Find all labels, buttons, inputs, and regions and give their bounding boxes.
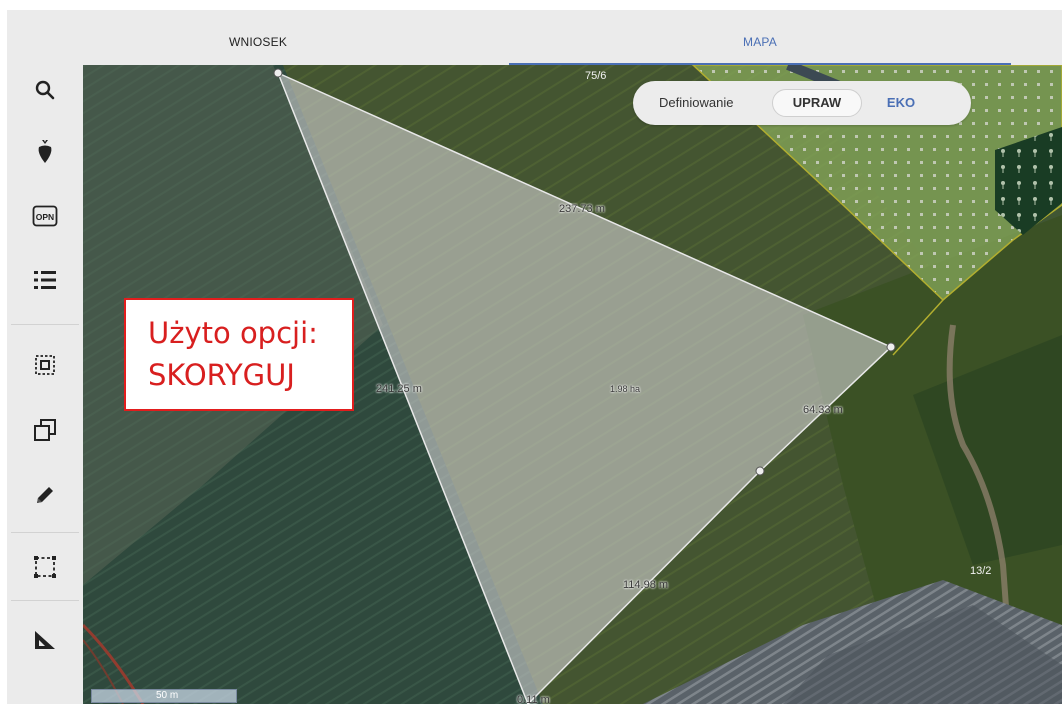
upraw-option-button[interactable]: UPRAW (772, 89, 862, 117)
edge-length-label: 237.73 m (559, 203, 605, 215)
edit-button[interactable] (7, 472, 83, 518)
select-area-icon (35, 355, 55, 375)
measure-icon (35, 631, 55, 649)
pencil-icon (37, 487, 53, 503)
callout-line-1: Użyto opcji: (148, 316, 318, 350)
scale-label: 50 m (156, 690, 179, 701)
copy-button[interactable] (7, 407, 83, 453)
svg-text:OPN: OPN (36, 212, 54, 222)
app-window: WNIOSEK MAPA OPN 237.73 m 241.25 m 64.33… (7, 10, 1062, 704)
definition-mode-toggle: Definiowanie UPRAW EKO (633, 81, 971, 125)
polygon-vertex-handle[interactable] (886, 342, 896, 352)
top-tab-bar: WNIOSEK MAPA (7, 10, 1062, 65)
select-area-button[interactable] (7, 342, 83, 388)
opn-button[interactable]: OPN (7, 193, 83, 239)
search-icon (35, 80, 55, 100)
parcel-number-label: 13/2 (970, 565, 992, 577)
sidebar-divider (11, 324, 79, 325)
bounding-box-button[interactable] (7, 544, 83, 590)
crops-button[interactable] (7, 129, 83, 175)
copy-layers-icon (34, 419, 56, 441)
edge-length-label: 64.33 m (803, 404, 843, 416)
crop-vegetable-icon (38, 140, 52, 163)
callout-line-2: SKORYGUJ (148, 358, 295, 392)
list-icon (34, 271, 56, 289)
tool-sidebar: OPN (7, 65, 83, 704)
edge-length-label: 0.11 m (517, 694, 550, 704)
tab-wniosek[interactable]: WNIOSEK (7, 10, 509, 65)
edge-length-label: 241.25 m (376, 383, 422, 395)
opn-icon: OPN (32, 205, 58, 227)
instruction-callout: Użyto opcji: SKORYGUJ (124, 298, 354, 411)
sidebar-divider (11, 600, 79, 601)
eko-option-button[interactable]: EKO (876, 89, 926, 117)
search-button[interactable] (7, 67, 83, 113)
tab-mapa[interactable]: MAPA (509, 10, 1011, 65)
edge-length-label: 114.98 m (623, 579, 669, 591)
bounding-box-icon (34, 556, 56, 578)
map-scale-bar: 50 m (91, 689, 237, 703)
polygon-vertex-handle[interactable] (755, 466, 765, 476)
measure-button[interactable] (7, 617, 83, 663)
parcel-number-label: 75/6 (585, 70, 607, 82)
definition-label: Definiowanie (659, 95, 734, 110)
polygon-vertex-handle[interactable] (273, 68, 283, 78)
sidebar-divider (11, 532, 79, 533)
polygon-area-label: 1.98 ha (610, 384, 641, 394)
list-button[interactable] (7, 257, 83, 303)
